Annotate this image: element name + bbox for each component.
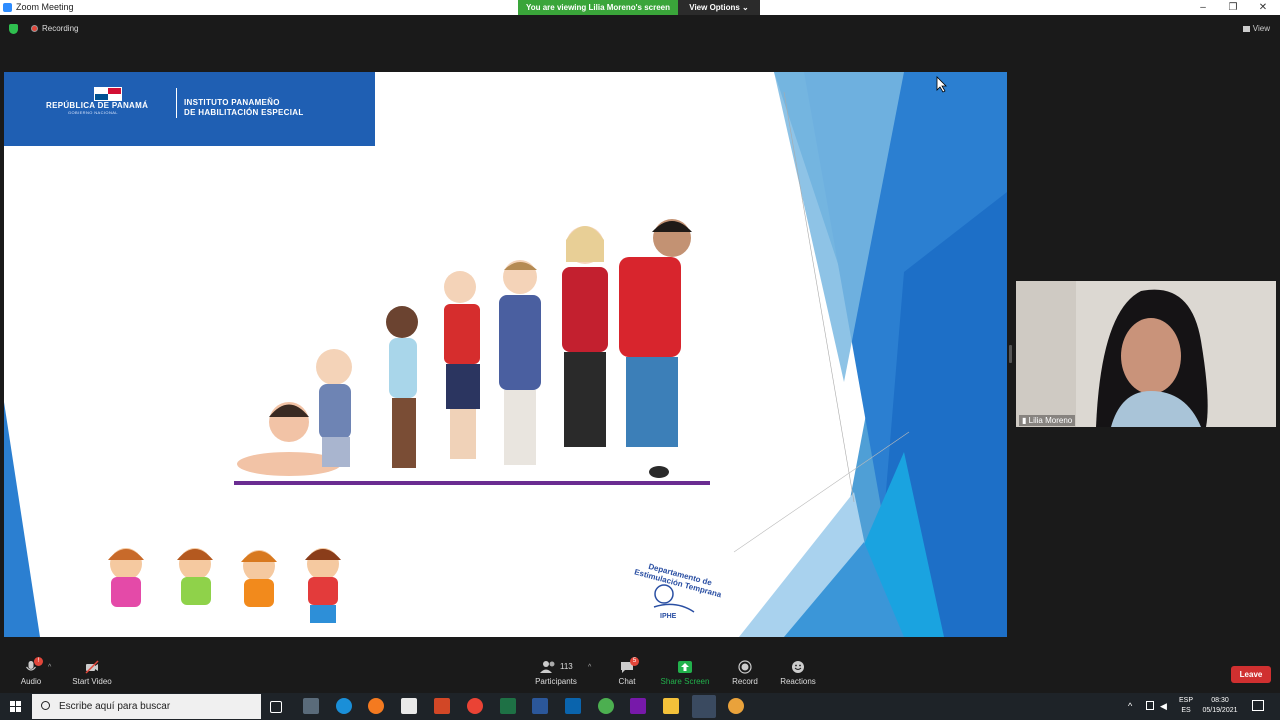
panama-flag-icon bbox=[94, 87, 122, 101]
volume-icon[interactable]: ◀ bbox=[1160, 701, 1167, 711]
windows-taskbar: Escribe aquí para buscar ^ ◀ ESP ES 08:3… bbox=[0, 693, 1280, 720]
record-label: Record bbox=[732, 677, 758, 686]
panel-resize-handle[interactable] bbox=[1009, 345, 1012, 363]
view-options-button[interactable]: View Options ⌄ bbox=[678, 0, 760, 15]
viewing-screen-banner: You are viewing Lilia Moreno's screen bbox=[518, 0, 678, 15]
excel-icon[interactable] bbox=[500, 698, 516, 714]
view-options-label: View Options bbox=[689, 3, 740, 12]
participants-button[interactable]: 113 Participants bbox=[532, 660, 580, 686]
zoom-taskbar-icon-active[interactable] bbox=[692, 695, 716, 718]
audio-alert-badge: ! bbox=[34, 657, 43, 666]
microphone-icon: ! bbox=[24, 657, 43, 674]
smiley-icon bbox=[791, 660, 805, 674]
search-placeholder: Escribe aquí para buscar bbox=[59, 701, 171, 712]
keyboard-code: ES bbox=[1181, 707, 1191, 714]
header-institute-line2: DE HABILITACIÓN ESPECIAL bbox=[184, 108, 304, 117]
audio-button[interactable]: ! Audio bbox=[18, 657, 44, 686]
cartoon-children-illustration bbox=[108, 548, 341, 623]
shared-screen-slide: REPÚBLICA DE PANAMÁ GOBIERNO NACIONAL IN… bbox=[4, 72, 1007, 637]
record-icon bbox=[738, 660, 752, 674]
security-shield-icon[interactable] bbox=[9, 24, 18, 34]
header-country: REPÚBLICA DE PANAMÁ bbox=[46, 101, 149, 110]
department-acronym: IPHE bbox=[660, 613, 677, 620]
title-bar: Zoom Meeting You are viewing Lilia Moren… bbox=[0, 0, 1280, 15]
language-code: ESP bbox=[1178, 697, 1193, 704]
recording-icon bbox=[31, 25, 38, 32]
view-label: View bbox=[1252, 24, 1270, 33]
video-off-icon bbox=[85, 660, 99, 674]
view-button[interactable]: View bbox=[1242, 24, 1270, 33]
purple-divider-line bbox=[234, 481, 710, 485]
clock-time: 08:30 bbox=[1211, 697, 1229, 704]
powerpoint-icon[interactable] bbox=[434, 698, 450, 714]
meeting-controls-toolbar: ! Audio ^ Start Video 113 Participants ^… bbox=[0, 655, 1280, 693]
recording-label: Recording bbox=[42, 24, 79, 33]
notifications-icon[interactable] bbox=[1252, 700, 1264, 711]
header-government: GOBIERNO NACIONAL bbox=[68, 110, 118, 115]
reactions-label: Reactions bbox=[780, 677, 816, 686]
audio-label: Audio bbox=[20, 677, 42, 686]
chat-label: Chat bbox=[618, 677, 636, 686]
slide-header-banner: REPÚBLICA DE PANAMÁ GOBIERNO NACIONAL IN… bbox=[4, 72, 375, 146]
zoom-app-icon bbox=[3, 3, 12, 12]
clock[interactable]: 08:30 05/19/2021 bbox=[1198, 696, 1242, 716]
mail-icon[interactable] bbox=[565, 698, 581, 714]
record-button[interactable]: Record bbox=[728, 660, 762, 686]
task-view-icon[interactable] bbox=[270, 701, 282, 713]
participants-options-caret[interactable]: ^ bbox=[588, 664, 591, 671]
start-video-label: Start Video bbox=[72, 677, 112, 686]
windows-start-button[interactable] bbox=[0, 693, 32, 720]
store-icon[interactable] bbox=[401, 698, 417, 714]
participants-count: 113 bbox=[560, 662, 573, 671]
chevron-down-icon: ⌄ bbox=[742, 3, 749, 12]
app-icon-1[interactable] bbox=[303, 698, 319, 714]
audio-options-caret[interactable]: ^ bbox=[48, 664, 51, 671]
clock-date: 05/19/2021 bbox=[1202, 707, 1238, 714]
reactions-button[interactable]: Reactions bbox=[778, 660, 818, 686]
tray-expand-icon[interactable]: ^ bbox=[1128, 701, 1132, 711]
header-institute-line1: INSTITUTO PANAMEÑO bbox=[184, 98, 280, 107]
firefox-icon[interactable] bbox=[368, 698, 384, 714]
gallery-view-icon bbox=[1242, 25, 1250, 32]
share-screen-icon bbox=[678, 660, 692, 674]
slide-background-shapes bbox=[4, 72, 1007, 637]
file-explorer-icon[interactable] bbox=[663, 698, 679, 714]
chrome-icon[interactable] bbox=[467, 698, 483, 714]
chat-icon: 5 bbox=[620, 657, 639, 674]
participants-icon: 113 bbox=[536, 660, 576, 674]
close-button[interactable]: ✕ bbox=[1248, 0, 1278, 15]
signal-strength-icon: ▮ bbox=[1022, 416, 1027, 425]
participant-video-frame bbox=[1016, 281, 1276, 427]
word-icon[interactable] bbox=[532, 698, 548, 714]
header-divider bbox=[176, 88, 177, 118]
onenote-icon[interactable] bbox=[630, 698, 646, 714]
chat-button[interactable]: 5 Chat bbox=[612, 657, 642, 686]
participants-label: Participants bbox=[535, 677, 577, 686]
meeting-area: Recording View REPÚBLICA DE PANAMÁ GOBIE… bbox=[0, 15, 1280, 655]
taskbar-search-box[interactable]: Escribe aquí para buscar bbox=[32, 694, 261, 719]
share-screen-label: Share Screen bbox=[660, 677, 710, 686]
search-icon bbox=[41, 701, 50, 710]
start-video-button[interactable]: Start Video bbox=[68, 660, 116, 686]
children-photo bbox=[237, 219, 692, 478]
app-icon-2[interactable] bbox=[728, 698, 744, 714]
participant-name-label: ▮ Lilia Moreno bbox=[1019, 415, 1076, 426]
restore-button[interactable]: ❐ bbox=[1218, 0, 1248, 15]
chrome-profile-icon[interactable] bbox=[598, 698, 614, 714]
leave-button[interactable]: Leave bbox=[1231, 666, 1271, 683]
battery-icon[interactable] bbox=[1146, 701, 1154, 710]
share-screen-button[interactable]: Share Screen bbox=[660, 660, 710, 686]
window-title: Zoom Meeting bbox=[16, 2, 74, 12]
edge-browser-icon[interactable] bbox=[336, 698, 352, 714]
participant-name: Lilia Moreno bbox=[1028, 416, 1073, 425]
input-language[interactable]: ESP ES bbox=[1176, 696, 1196, 716]
minimize-button[interactable]: – bbox=[1188, 0, 1218, 15]
participant-video-tile[interactable]: ▮ Lilia Moreno bbox=[1016, 281, 1276, 427]
chat-unread-badge: 5 bbox=[630, 657, 639, 666]
